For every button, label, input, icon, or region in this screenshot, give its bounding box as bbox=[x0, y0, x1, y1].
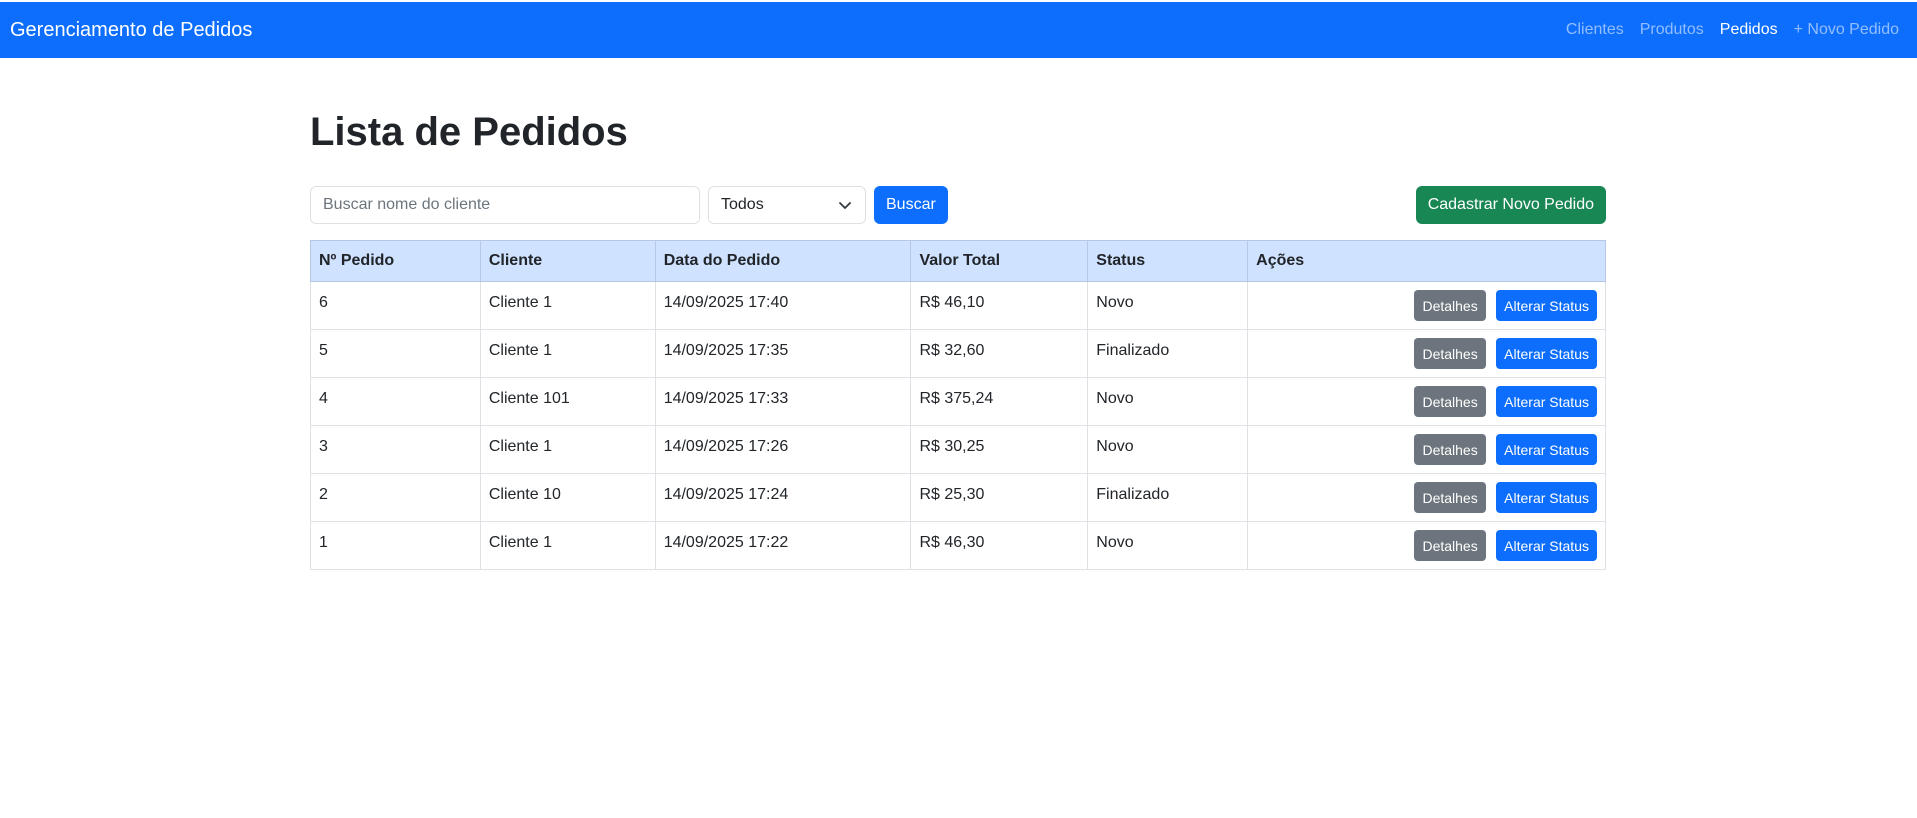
change-status-button[interactable]: Alterar Status bbox=[1496, 434, 1597, 465]
filter-toolbar: Todos Buscar Cadastrar Novo Pedido bbox=[310, 186, 1606, 224]
search-input[interactable] bbox=[310, 186, 700, 224]
chevron-down-icon bbox=[837, 197, 853, 213]
table-row: 4 Cliente 101 14/09/2025 17:33 R$ 375,24… bbox=[310, 377, 1606, 426]
status-filter-value: Todos bbox=[721, 196, 764, 213]
change-status-button[interactable]: Alterar Status bbox=[1496, 482, 1597, 513]
nav-link-novo-pedido[interactable]: + Novo Pedido bbox=[1786, 21, 1907, 39]
order-number: 3 bbox=[319, 437, 328, 455]
table-row: 3 Cliente 1 14/09/2025 17:26 R$ 30,25 No… bbox=[310, 425, 1606, 474]
details-button[interactable]: Detalhes bbox=[1414, 290, 1486, 321]
orders-table: Nº Pedido Cliente Data do Pedido Valor T… bbox=[310, 240, 1606, 570]
order-client: Cliente 1 bbox=[488, 341, 552, 359]
change-status-button[interactable]: Alterar Status bbox=[1496, 290, 1597, 321]
new-order-button[interactable]: Cadastrar Novo Pedido bbox=[1415, 186, 1606, 224]
order-number: 5 bbox=[319, 341, 328, 359]
order-date: 14/09/2025 17:40 bbox=[663, 293, 789, 311]
order-number: 1 bbox=[319, 533, 328, 551]
table-row: 6 Cliente 1 14/09/2025 17:40 R$ 46,10 No… bbox=[310, 281, 1606, 330]
order-status: Novo bbox=[1096, 437, 1134, 455]
order-status: Finalizado bbox=[1096, 341, 1170, 359]
order-total: R$ 46,10 bbox=[919, 293, 985, 311]
status-filter-select[interactable]: Todos bbox=[708, 186, 866, 224]
main-content: Lista de Pedidos Todos Buscar Cadastrar … bbox=[310, 58, 1606, 570]
order-status: Novo bbox=[1096, 389, 1134, 407]
header-status: Status bbox=[1087, 240, 1249, 282]
change-status-button[interactable]: Alterar Status bbox=[1496, 530, 1597, 561]
order-status: Finalizado bbox=[1096, 485, 1170, 503]
order-date: 14/09/2025 17:24 bbox=[663, 485, 789, 503]
order-client: Cliente 10 bbox=[488, 485, 561, 503]
search-button[interactable]: Buscar bbox=[874, 186, 948, 224]
order-total: R$ 46,30 bbox=[919, 533, 985, 551]
navbar-links: Clientes Produtos Pedidos + Novo Pedido bbox=[1558, 21, 1907, 39]
change-status-button[interactable]: Alterar Status bbox=[1496, 386, 1597, 417]
table-row: 1 Cliente 1 14/09/2025 17:22 R$ 46,30 No… bbox=[310, 521, 1606, 570]
table-header: Nº Pedido Cliente Data do Pedido Valor T… bbox=[310, 240, 1606, 282]
order-client: Cliente 1 bbox=[488, 437, 552, 455]
order-actions: Detalhes Alterar Status bbox=[1247, 281, 1606, 330]
order-actions: Detalhes Alterar Status bbox=[1247, 377, 1606, 426]
order-total: R$ 375,24 bbox=[919, 389, 994, 407]
order-number: 2 bbox=[319, 485, 328, 503]
order-client: Cliente 101 bbox=[488, 389, 570, 407]
table-row: 2 Cliente 10 14/09/2025 17:24 R$ 25,30 F… bbox=[310, 473, 1606, 522]
table-row: 5 Cliente 1 14/09/2025 17:35 R$ 32,60 Fi… bbox=[310, 329, 1606, 378]
header-client: Cliente bbox=[479, 240, 656, 282]
header-order-date: Data do Pedido bbox=[654, 240, 912, 282]
order-date: 14/09/2025 17:26 bbox=[663, 437, 789, 455]
nav-link-produtos[interactable]: Produtos bbox=[1632, 21, 1712, 39]
order-actions: Detalhes Alterar Status bbox=[1247, 329, 1606, 378]
details-button[interactable]: Detalhes bbox=[1414, 434, 1486, 465]
order-total: R$ 25,30 bbox=[919, 485, 985, 503]
order-actions: Detalhes Alterar Status bbox=[1247, 521, 1606, 570]
details-button[interactable]: Detalhes bbox=[1414, 482, 1486, 513]
top-navbar: Gerenciamento de Pedidos Clientes Produt… bbox=[0, 2, 1917, 58]
table-body: 6 Cliente 1 14/09/2025 17:40 R$ 46,10 No… bbox=[310, 281, 1606, 570]
order-date: 14/09/2025 17:33 bbox=[663, 389, 789, 407]
navbar-brand[interactable]: Gerenciamento de Pedidos bbox=[10, 19, 252, 42]
order-actions: Detalhes Alterar Status bbox=[1247, 473, 1606, 522]
details-button[interactable]: Detalhes bbox=[1414, 386, 1486, 417]
header-order-number: Nº Pedido bbox=[310, 240, 481, 282]
order-date: 14/09/2025 17:35 bbox=[663, 341, 789, 359]
order-client: Cliente 1 bbox=[488, 533, 552, 551]
change-status-button[interactable]: Alterar Status bbox=[1496, 338, 1597, 369]
order-status: Novo bbox=[1096, 293, 1134, 311]
order-status: Novo bbox=[1096, 533, 1134, 551]
details-button[interactable]: Detalhes bbox=[1414, 338, 1486, 369]
order-total: R$ 30,25 bbox=[919, 437, 985, 455]
details-button[interactable]: Detalhes bbox=[1414, 530, 1486, 561]
page-title: Lista de Pedidos bbox=[310, 110, 628, 154]
order-total: R$ 32,60 bbox=[919, 341, 985, 359]
order-date: 14/09/2025 17:22 bbox=[663, 533, 789, 551]
order-number: 4 bbox=[319, 389, 328, 407]
header-total-value: Valor Total bbox=[910, 240, 1089, 282]
order-number: 6 bbox=[319, 293, 328, 311]
nav-link-pedidos[interactable]: Pedidos bbox=[1712, 21, 1786, 39]
order-actions: Detalhes Alterar Status bbox=[1247, 425, 1606, 474]
order-client: Cliente 1 bbox=[488, 293, 552, 311]
header-actions: Ações bbox=[1247, 240, 1606, 282]
nav-link-clientes[interactable]: Clientes bbox=[1558, 21, 1632, 39]
